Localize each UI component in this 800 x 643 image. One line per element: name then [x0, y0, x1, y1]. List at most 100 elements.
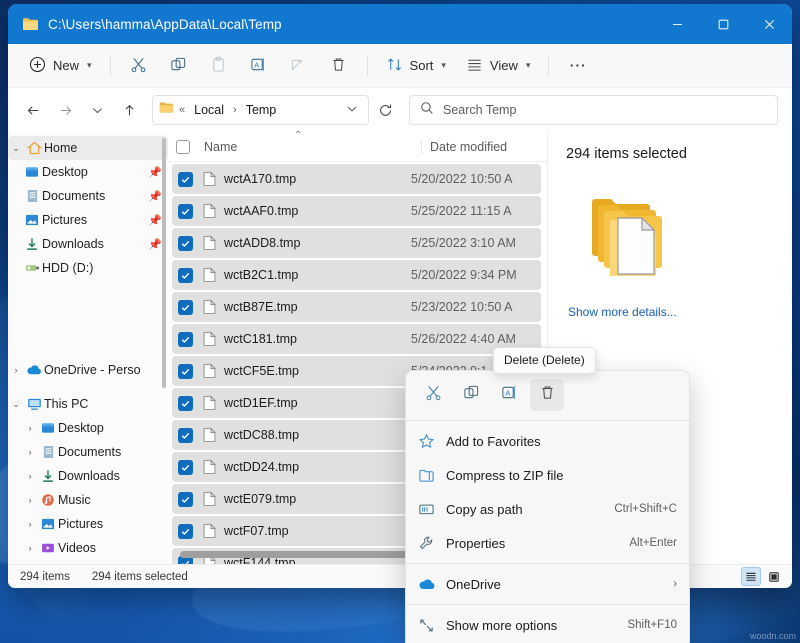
row-checkbox[interactable] [172, 236, 198, 251]
path-icon [418, 501, 446, 518]
pin-icon[interactable]: 📌 [148, 190, 162, 203]
rename-button[interactable]: A [492, 379, 526, 411]
context-menu-item-shortcut: Alt+Enter [629, 537, 677, 549]
large-icons-view-toggle[interactable] [764, 567, 784, 586]
sidebar-item-label: Home [44, 141, 77, 155]
refresh-button[interactable] [371, 96, 399, 124]
sidebar-item-pc-pictures[interactable]: › Pictures [8, 512, 168, 536]
sort-button[interactable]: Sort ▾ [377, 50, 455, 82]
maximize-button[interactable] [700, 4, 746, 44]
sidebar-item-pc-desktop[interactable]: › Desktop [8, 416, 168, 440]
context-menu-item-copy-as-path[interactable]: Copy as path Ctrl+Shift+C [406, 492, 689, 526]
context-menu-divider [406, 420, 689, 421]
chevron-right-icon[interactable]: › [22, 495, 38, 505]
context-menu-item-compress-to-zip[interactable]: Compress to ZIP file [406, 458, 689, 492]
search-box[interactable] [409, 95, 778, 125]
column-header-name[interactable]: Name [198, 140, 421, 154]
sidebar-item-pc-videos[interactable]: › Videos [8, 536, 168, 560]
chevron-right-icon[interactable]: › [22, 519, 38, 529]
toolbar-divider [110, 56, 111, 76]
sidebar-item-label: Desktop [58, 421, 104, 435]
chevron-right-icon[interactable]: › [22, 471, 38, 481]
row-checkbox[interactable] [172, 268, 198, 283]
select-all-checkbox[interactable] [168, 140, 198, 154]
delete-button[interactable] [320, 50, 358, 82]
copy-button[interactable] [160, 50, 198, 82]
rename-button[interactable]: A [240, 50, 278, 82]
delete-button[interactable] [530, 379, 564, 411]
pin-icon[interactable]: 📌 [148, 166, 162, 179]
chevron-right-icon[interactable]: › [22, 447, 38, 457]
table-row[interactable]: wctA170.tmp5/20/2022 10:50 A [172, 164, 541, 194]
table-row[interactable]: wctB87E.tmp5/23/2022 10:50 A [172, 292, 541, 322]
breadcrumb-overflow[interactable]: « [179, 104, 185, 116]
row-checkbox[interactable] [172, 172, 198, 187]
chevron-down-icon[interactable]: ⌄ [8, 399, 24, 410]
row-checkbox[interactable] [172, 204, 198, 219]
chevron-right-icon[interactable]: › [22, 423, 38, 433]
breadcrumb[interactable]: « Local › Temp [152, 95, 369, 125]
view-button[interactable]: View ▾ [457, 50, 539, 82]
row-checkbox[interactable] [172, 428, 198, 443]
pin-icon[interactable]: 📌 [148, 238, 162, 251]
sidebar-item-hdd-d[interactable]: HDD (D:) [8, 256, 168, 280]
table-row[interactable]: wctC181.tmp5/26/2022 4:40 AM [172, 324, 541, 354]
copy-button[interactable] [454, 379, 488, 411]
sidebar-item-this-pc[interactable]: ⌄ This PC [8, 392, 168, 416]
back-button[interactable] [18, 95, 48, 125]
row-checkbox[interactable] [172, 492, 198, 507]
show-more-details-link[interactable]: Show more details... [568, 305, 774, 319]
sidebar-item-onedrive[interactable]: › OneDrive - Perso [8, 358, 168, 382]
context-menu-item-add-to-favorites[interactable]: Add to Favorites [406, 424, 689, 458]
sidebar-item-pc-downloads[interactable]: › Downloads [8, 464, 168, 488]
row-checkbox[interactable] [172, 364, 198, 379]
breadcrumb-dropdown-icon[interactable] [342, 103, 362, 118]
forward-button[interactable] [50, 95, 80, 125]
row-checkbox[interactable] [172, 460, 198, 475]
downloads-icon [38, 469, 58, 483]
sidebar-item-pc-documents[interactable]: › Documents [8, 440, 168, 464]
up-button[interactable] [114, 95, 144, 125]
context-menu-item-onedrive[interactable]: OneDrive › [406, 567, 689, 601]
row-checkbox[interactable] [172, 332, 198, 347]
chevron-right-icon[interactable]: › [22, 543, 38, 553]
sidebar-scrollbar[interactable] [162, 138, 166, 388]
sidebar-item-desktop[interactable]: Desktop 📌 [8, 160, 168, 184]
row-checkbox[interactable] [172, 524, 198, 539]
search-input[interactable] [443, 103, 767, 117]
new-button[interactable]: New ▾ [20, 50, 101, 82]
close-button[interactable] [746, 4, 792, 44]
checkbox-icon [176, 140, 190, 154]
context-menu-item-properties[interactable]: Properties Alt+Enter [406, 526, 689, 560]
share-button[interactable] [280, 50, 318, 82]
row-checkbox[interactable] [172, 300, 198, 315]
chevron-down-icon[interactable]: ⌄ [8, 143, 24, 154]
file-name: wctDD24.tmp [220, 460, 411, 474]
breadcrumb-item-temp[interactable]: Temp [242, 101, 281, 119]
details-view-toggle[interactable] [741, 567, 761, 586]
table-row[interactable]: wctB2C1.tmp5/20/2022 9:34 PM [172, 260, 541, 290]
table-row[interactable]: wctAAF0.tmp5/25/2022 11:15 A [172, 196, 541, 226]
paste-icon [210, 56, 227, 76]
sidebar-item-pictures[interactable]: Pictures 📌 [8, 208, 168, 232]
paste-button[interactable] [200, 50, 238, 82]
sidebar-item-home[interactable]: ⌄ Home [8, 136, 168, 160]
cut-icon [130, 56, 147, 76]
chevron-right-icon[interactable]: › [8, 365, 24, 375]
recent-locations-button[interactable] [82, 95, 112, 125]
breadcrumb-item-local[interactable]: Local [190, 101, 228, 119]
documents-icon [22, 189, 42, 203]
table-row[interactable]: wctADD8.tmp5/25/2022 3:10 AM [172, 228, 541, 258]
pin-icon[interactable]: 📌 [148, 214, 162, 227]
breadcrumb-folder-icon [159, 101, 174, 119]
sidebar-item-downloads[interactable]: Downloads 📌 [8, 232, 168, 256]
column-header-date-modified[interactable]: Date modified [421, 140, 547, 154]
cut-button[interactable] [416, 379, 450, 411]
cut-button[interactable] [120, 50, 158, 82]
sidebar-item-pc-music[interactable]: › Music [8, 488, 168, 512]
more-options-button[interactable]: ⋯ [558, 50, 596, 82]
context-menu-item-show-more-options[interactable]: Show more options Shift+F10 [406, 608, 689, 642]
minimize-button[interactable] [654, 4, 700, 44]
sidebar-item-documents[interactable]: Documents 📌 [8, 184, 168, 208]
row-checkbox[interactable] [172, 396, 198, 411]
